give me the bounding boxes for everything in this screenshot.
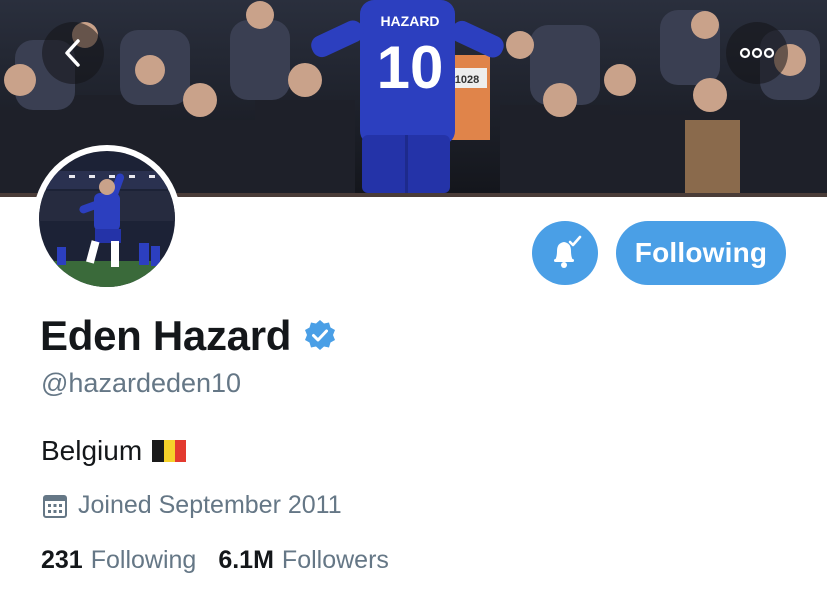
more-options-button[interactable] xyxy=(726,22,788,84)
back-button[interactable] xyxy=(42,22,104,84)
bell-check-icon xyxy=(554,235,582,268)
more-dots-icon xyxy=(739,47,775,59)
avatar-photo xyxy=(39,151,175,287)
belgium-flag-icon xyxy=(152,440,187,462)
profile-name-row: Eden Hazard xyxy=(40,312,337,360)
joined-date: Joined September 2011 xyxy=(42,491,342,520)
followers-count: 6.1M xyxy=(218,546,274,574)
chevron-left-icon xyxy=(65,39,80,67)
profile-bio: Belgium xyxy=(41,435,187,467)
joined-text: Joined September 2011 xyxy=(78,491,342,519)
jersey-number: 10 xyxy=(377,34,444,101)
calendar-icon xyxy=(43,494,67,518)
notifications-button[interactable] xyxy=(532,221,598,285)
following-count-link[interactable]: 231 Following xyxy=(41,546,196,575)
profile-handle: @hazardeden10 xyxy=(41,368,242,398)
verified-badge-icon xyxy=(305,320,336,350)
steward-tag: 1028 xyxy=(455,74,479,86)
following-button[interactable]: Following xyxy=(616,221,786,285)
profile-name: Eden Hazard xyxy=(40,312,292,359)
followers-count-link[interactable]: 6.1M Followers xyxy=(218,546,389,575)
bio-text: Belgium xyxy=(41,435,143,466)
follow-counts: 231 Following 6.1M Followers xyxy=(41,546,389,575)
avatar[interactable] xyxy=(33,145,181,293)
followers-label: Followers xyxy=(281,546,389,574)
following-label: Following xyxy=(90,546,197,574)
jersey-name: HAZARD xyxy=(380,13,439,29)
following-count: 231 xyxy=(41,546,83,574)
